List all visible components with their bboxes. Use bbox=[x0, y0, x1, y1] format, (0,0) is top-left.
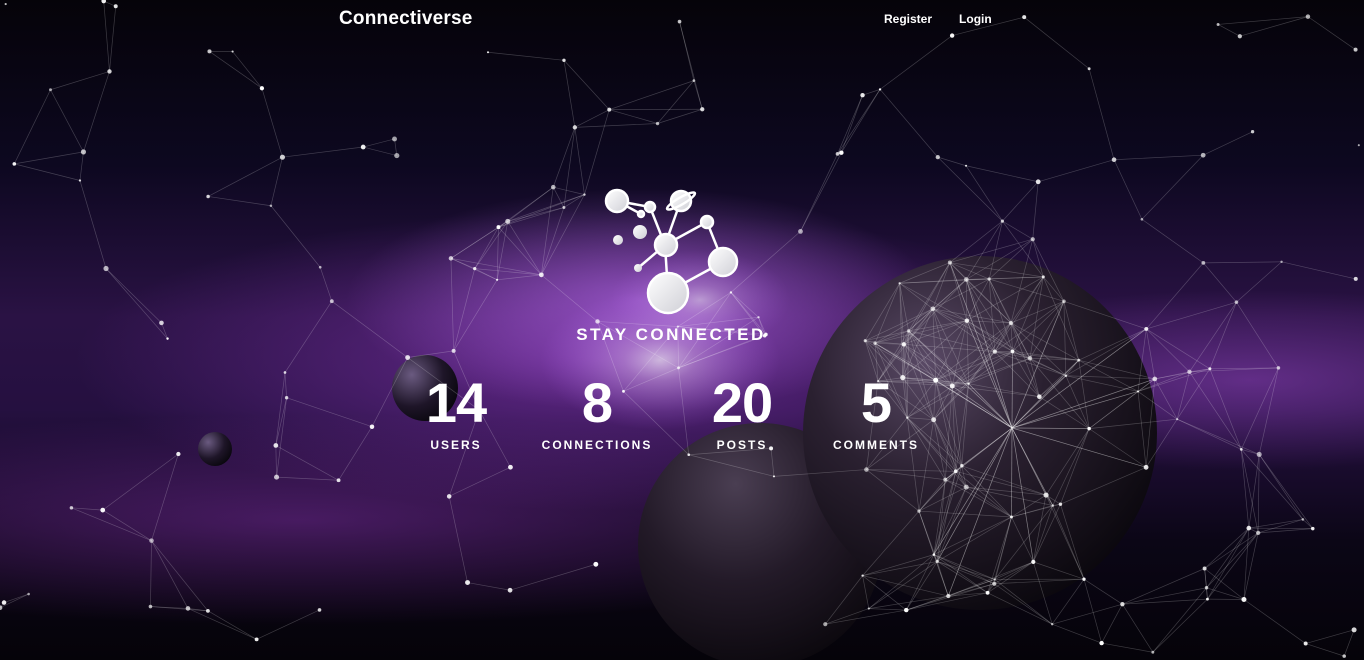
stat-value: 20 bbox=[711, 371, 773, 434]
stat-users: 14 USERS bbox=[386, 371, 526, 453]
tagline: STAY CONNECTED bbox=[576, 325, 766, 344]
login-link[interactable]: Login bbox=[959, 12, 992, 26]
register-link[interactable]: Register bbox=[884, 12, 932, 26]
stat-comments: 5 COMMENTS bbox=[806, 371, 946, 453]
stat-value: 14 bbox=[425, 371, 487, 434]
stat-posts: 20 POSTS bbox=[672, 371, 812, 453]
stat-label: COMMENTS bbox=[833, 438, 919, 452]
stat-connections: 8 CONNECTIONS bbox=[527, 371, 667, 453]
hero-section: Connectiverse Register Login STAY CONNEC… bbox=[0, 0, 1364, 660]
stat-value: 5 bbox=[860, 371, 892, 434]
stat-label: USERS bbox=[430, 438, 482, 452]
stat-label: POSTS bbox=[716, 438, 768, 452]
stat-label: CONNECTIONS bbox=[541, 438, 653, 452]
stat-value: 8 bbox=[581, 371, 613, 434]
nav-links: Register Login bbox=[884, 12, 992, 26]
stats-row: 14 USERS 8 CONNECTIONS 20 POSTS 5 COMMEN… bbox=[0, 372, 1364, 462]
brand-link[interactable]: Connectiverse bbox=[339, 8, 473, 30]
